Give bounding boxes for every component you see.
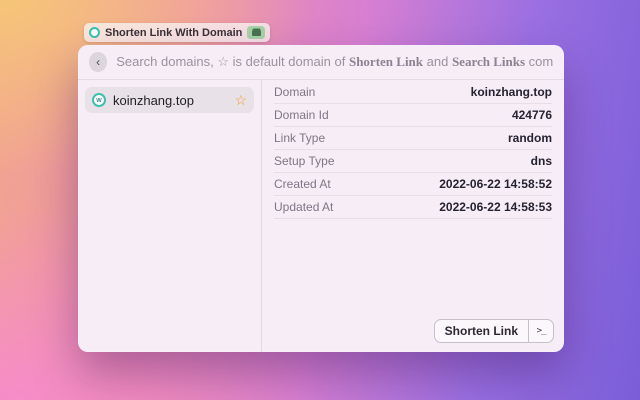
command-toast-label: Shorten Link With Domain (105, 26, 243, 39)
search-placeholder-text-3: command... (528, 54, 553, 69)
detail-row-domain: Domain koinzhang.top (274, 81, 552, 104)
enter-key-icon: >_ (536, 326, 547, 336)
chevron-left-icon: ‹ (96, 54, 101, 69)
domain-name: koinzhang.top (113, 92, 194, 108)
shorten-link-button-label: Shorten Link (444, 324, 518, 338)
search-header: ‹ Search domains, ☆ is default domain of… (78, 45, 564, 80)
detail-row-setup-type: Setup Type dns (274, 150, 552, 173)
search-placeholder-text: Search domains, ☆ is default domain of (116, 54, 349, 69)
detail-value: 424776 (511, 108, 552, 122)
detail-value: 2022-06-22 14:58:53 (439, 200, 552, 214)
detail-value: dns (530, 154, 552, 168)
detail-label: Created At (274, 177, 331, 191)
extension-badge-glyph-icon (251, 29, 261, 36)
shortio-favicon-icon (89, 27, 100, 38)
raycast-window: ‹ Search domains, ☆ is default domain of… (78, 45, 564, 352)
search-placeholder-command-2: Search Links (451, 54, 526, 69)
detail-row-created-at: Created At 2022-06-22 14:58:52 (274, 173, 552, 196)
domain-list: w koinzhang.top ☆ (78, 80, 262, 352)
detail-row-domain-id: Domain Id 424776 (274, 104, 552, 127)
domain-favicon-icon: w (92, 93, 106, 107)
search-input[interactable]: Search domains, ☆ is default domain of S… (116, 54, 553, 70)
detail-label: Domain Id (274, 108, 329, 122)
default-domain-star-icon: ☆ (234, 92, 247, 108)
shorten-link-button[interactable]: Shorten Link >_ (433, 319, 554, 343)
back-button[interactable]: ‹ (89, 52, 108, 72)
detail-label: Setup Type (274, 154, 335, 168)
search-placeholder-text-2: and (423, 54, 452, 69)
detail-row-link-type: Link Type random (274, 127, 552, 150)
list-item-koinzhang-top[interactable]: w koinzhang.top ☆ (85, 87, 254, 113)
detail-label: Updated At (274, 200, 334, 214)
detail-label: Link Type (274, 131, 326, 145)
window-body: w koinzhang.top ☆ Domain koinzhang.top D… (78, 80, 564, 352)
detail-value: koinzhang.top (470, 85, 552, 99)
search-placeholder-command-1: Shorten Link (348, 54, 424, 69)
detail-label: Domain (274, 85, 316, 99)
command-toast: Shorten Link With Domain (84, 23, 271, 42)
domain-details: Domain koinzhang.top Domain Id 424776 Li… (262, 80, 564, 352)
detail-value: 2022-06-22 14:58:52 (439, 177, 552, 191)
detail-row-updated-at: Updated At 2022-06-22 14:58:53 (274, 196, 552, 219)
detail-value: random (507, 131, 552, 145)
extension-badge-icon (247, 26, 266, 39)
